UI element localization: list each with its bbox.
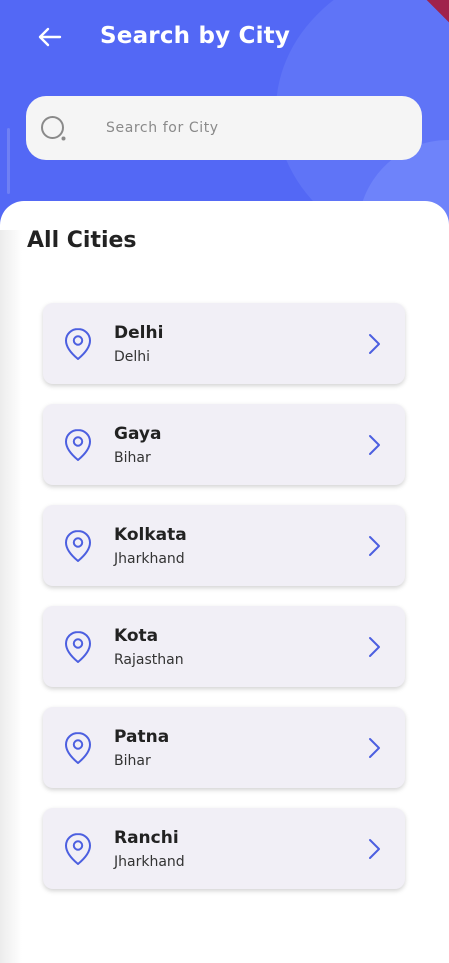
city-card-patna[interactable]: Patna Bihar [43,707,405,788]
edge-indicator [7,128,10,194]
location-pin-icon [65,732,91,764]
city-state: Bihar [114,450,151,466]
location-pin-icon [65,429,91,461]
search-bar[interactable] [26,96,422,160]
city-name: Ranchi [114,828,179,848]
section-title: All Cities [27,228,137,253]
city-state: Delhi [114,349,151,365]
city-name: Delhi [114,323,164,343]
location-pin-icon [65,328,91,360]
city-card-kolkata[interactable]: Kolkata Jharkhand [43,505,405,586]
chevron-right-icon [369,738,380,758]
arrow-left-icon [38,27,62,47]
chevron-right-icon [369,839,380,859]
city-name: Kota [114,626,159,646]
city-state: Jharkhand [114,551,185,567]
city-state: Jharkhand [114,854,185,870]
sheet-shadow [0,230,22,963]
chevron-right-icon [369,435,380,455]
location-pin-icon [65,631,91,663]
location-pin-icon [65,530,91,562]
chevron-right-icon [369,536,380,556]
city-list: Delhi Delhi Gaya Bihar Kolkata Jharkhand… [43,303,405,909]
city-card-gaya[interactable]: Gaya Bihar [43,404,405,485]
city-state: Bihar [114,753,151,769]
chevron-right-icon [369,334,380,354]
search-input[interactable] [106,114,406,142]
city-card-ranchi[interactable]: Ranchi Jharkhand [43,808,405,889]
city-name: Gaya [114,424,162,444]
chevron-right-icon [369,637,380,657]
city-card-delhi[interactable]: Delhi Delhi [43,303,405,384]
back-button[interactable] [34,22,64,52]
city-state: Rajasthan [114,652,184,668]
location-pin-icon [65,833,91,865]
search-icon [41,116,66,141]
header: Search by City [0,0,449,230]
city-name: Patna [114,727,170,747]
page-title: Search by City [100,23,291,49]
city-card-kota[interactable]: Kota Rajasthan [43,606,405,687]
city-name: Kolkata [114,525,187,545]
